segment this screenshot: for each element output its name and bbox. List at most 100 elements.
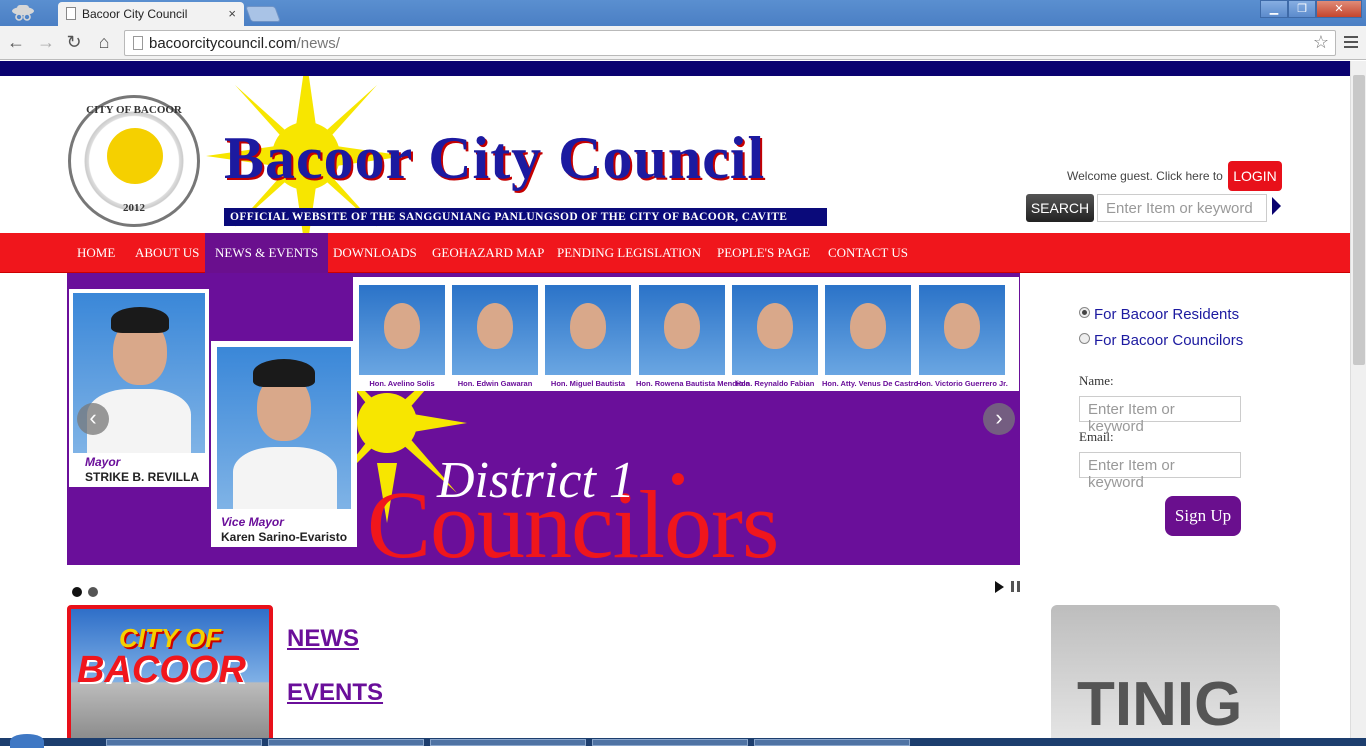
browser-tab[interactable]: Bacoor City Council × bbox=[58, 2, 244, 26]
city-card-line2: BACOOR bbox=[77, 649, 246, 692]
mayor-card: Mayor STRIKE B. REVILLA bbox=[69, 289, 209, 487]
close-window-button[interactable]: ✕ bbox=[1316, 0, 1362, 18]
councilor-name: Hon. Miguel Bautista bbox=[542, 379, 634, 388]
search-button[interactable]: SEARCH bbox=[1026, 194, 1094, 222]
scrollbar-thumb[interactable] bbox=[1353, 75, 1365, 365]
vice-mayor-photo bbox=[217, 347, 351, 509]
incognito-icon bbox=[8, 3, 38, 23]
councilor-name: Hon. Avelino Solis bbox=[356, 379, 448, 388]
page-icon bbox=[133, 36, 143, 50]
events-link[interactable]: EVENTS bbox=[287, 679, 383, 707]
councilor-photo bbox=[919, 285, 1005, 375]
new-tab-button[interactable] bbox=[245, 6, 281, 22]
tab-close-icon[interactable]: × bbox=[228, 6, 236, 21]
radio-residents[interactable]: For Bacoor Residents bbox=[1079, 306, 1239, 323]
nav-geohazard-map[interactable]: GEOHAZARD MAP bbox=[422, 233, 554, 273]
taskbar-item[interactable] bbox=[430, 739, 586, 746]
councilor-name: Hon. Atty. Venus De Castro bbox=[822, 379, 914, 388]
taskbar-item[interactable] bbox=[106, 739, 262, 746]
councilor-photo-row: Hon. Avelino Solis Hon. Edwin Gawaran Ho… bbox=[353, 277, 1019, 391]
home-icon[interactable]: ⌂ bbox=[94, 32, 114, 52]
site-title: Bacoor City Council bbox=[224, 124, 765, 193]
vice-mayor-card: Vice Mayor Karen Sarino-Evaristo bbox=[211, 341, 357, 547]
browser-toolbar: ← → ↻ ⌂ bacoorcitycouncil.com/news/ ☆ bbox=[0, 26, 1366, 60]
councilor-photo bbox=[545, 285, 631, 375]
email-input[interactable]: Enter Item or keyword bbox=[1079, 452, 1241, 478]
seal-year: 2012 bbox=[71, 202, 197, 214]
radio-councilors[interactable]: For Bacoor Councilors bbox=[1079, 332, 1249, 350]
minimize-button[interactable]: ▁ bbox=[1260, 0, 1288, 18]
search-input[interactable]: Enter Item or keyword bbox=[1097, 194, 1267, 222]
councilor-photo bbox=[825, 285, 911, 375]
nav-contact-us[interactable]: CONTACT US bbox=[818, 233, 918, 273]
city-seal-logo: CITY OF BACOOR 2012 bbox=[68, 95, 200, 227]
page-scrollbar[interactable] bbox=[1350, 61, 1366, 738]
nav-downloads[interactable]: DOWNLOADS bbox=[323, 233, 427, 273]
url-text: bacoorcitycouncil.com/news/ bbox=[149, 35, 340, 52]
browser-menu-icon[interactable] bbox=[1344, 33, 1358, 51]
address-bar[interactable]: bacoorcitycouncil.com/news/ ☆ bbox=[124, 30, 1336, 56]
welcome-text: Welcome guest. Click here to bbox=[1067, 169, 1223, 183]
slider-dot[interactable] bbox=[88, 587, 98, 597]
main-navigation: HOME ABOUT US NEWS & EVENTS DOWNLOADS GE… bbox=[0, 233, 1350, 273]
tab-title: Bacoor City Council bbox=[82, 7, 187, 21]
reload-icon[interactable]: ↻ bbox=[64, 32, 84, 52]
search-go-arrow-icon[interactable] bbox=[1272, 197, 1281, 215]
councilor-photo bbox=[639, 285, 725, 375]
window-controls: ▁ ❐ ✕ bbox=[1260, 0, 1362, 18]
login-button[interactable]: LOGIN bbox=[1228, 161, 1282, 191]
maximize-button[interactable]: ❐ bbox=[1288, 0, 1316, 18]
radio-residents-label: For Bacoor Residents bbox=[1094, 306, 1239, 323]
site-banner: Bacoor City Council OFFICIAL WEBSITE OF … bbox=[196, 76, 836, 234]
slider-dot[interactable] bbox=[72, 587, 82, 597]
bookmark-star-icon[interactable]: ☆ bbox=[1313, 32, 1329, 53]
headline-dot bbox=[672, 473, 684, 485]
slider-next-button[interactable]: › bbox=[983, 403, 1015, 435]
city-of-bacoor-card[interactable]: CITY OF BACOOR bbox=[67, 605, 273, 738]
seal-top-text: CITY OF BACOOR bbox=[71, 104, 197, 116]
slider-prev-button[interactable]: ‹ bbox=[77, 403, 109, 435]
radio-unselected-icon bbox=[1079, 333, 1090, 344]
site-subtitle: OFFICIAL WEBSITE OF THE SANGGUNIANG PANL… bbox=[224, 208, 827, 226]
name-label: Name: bbox=[1079, 373, 1114, 389]
taskbar-item[interactable] bbox=[268, 739, 424, 746]
os-taskbar bbox=[0, 738, 1366, 746]
nav-home[interactable]: HOME bbox=[67, 233, 125, 273]
radio-councilors-label: For Bacoor Councilors bbox=[1094, 332, 1243, 349]
hero-slider: Mayor STRIKE B. REVILLA Vice Mayor Karen… bbox=[67, 273, 1020, 565]
nav-about-us[interactable]: ABOUT US bbox=[125, 233, 209, 273]
mayor-name: STRIKE B. REVILLA bbox=[85, 470, 199, 484]
nav-news-events[interactable]: NEWS & EVENTS bbox=[205, 233, 328, 273]
councilor-name: Hon. Edwin Gawaran bbox=[449, 379, 541, 388]
tinig-text: TINIG bbox=[1077, 669, 1242, 738]
sign-up-button[interactable]: Sign Up bbox=[1165, 496, 1241, 536]
councilor-photo bbox=[732, 285, 818, 375]
tinig-panel[interactable]: TINIG bbox=[1051, 605, 1280, 738]
councilor-photo bbox=[359, 285, 445, 375]
councilor-photo bbox=[452, 285, 538, 375]
slider-play-icon[interactable] bbox=[995, 581, 1004, 593]
mayor-role: Mayor bbox=[85, 455, 120, 469]
councilor-name: Hon. Reynaldo Fabian bbox=[729, 379, 821, 388]
web-page: CITY OF BACOOR 2012 Bacoor City Council … bbox=[0, 61, 1350, 738]
nav-pending-legislation[interactable]: PENDING LEGISLATION bbox=[547, 233, 711, 273]
nav-peoples-page[interactable]: PEOPLE'S PAGE bbox=[707, 233, 820, 273]
councilor-name: Hon. Rowena Bautista Mendiola bbox=[636, 379, 728, 388]
taskbar-item[interactable] bbox=[592, 739, 748, 746]
page-favicon-icon bbox=[66, 7, 76, 20]
seal-sun-icon bbox=[107, 128, 163, 184]
email-label: Email: bbox=[1079, 429, 1114, 445]
news-link[interactable]: NEWS bbox=[287, 625, 359, 653]
name-input[interactable]: Enter Item or keyword bbox=[1079, 396, 1241, 422]
back-arrow-icon[interactable]: ← bbox=[6, 32, 26, 52]
forward-arrow-icon[interactable]: → bbox=[36, 32, 56, 52]
slide-headline-district: District 1 bbox=[437, 451, 635, 510]
councilor-name: Hon. Victorio Guerrero Jr. bbox=[916, 379, 1008, 388]
vice-mayor-name: Karen Sarino-Evaristo bbox=[221, 530, 347, 544]
taskbar-item[interactable] bbox=[754, 739, 910, 746]
vice-mayor-role: Vice Mayor bbox=[221, 515, 284, 529]
slider-pagination bbox=[72, 584, 104, 602]
top-strip bbox=[0, 61, 1350, 76]
slider-pause-icon[interactable] bbox=[1011, 581, 1020, 592]
browser-tab-strip: Bacoor City Council × ▁ ❐ ✕ bbox=[0, 0, 1366, 26]
